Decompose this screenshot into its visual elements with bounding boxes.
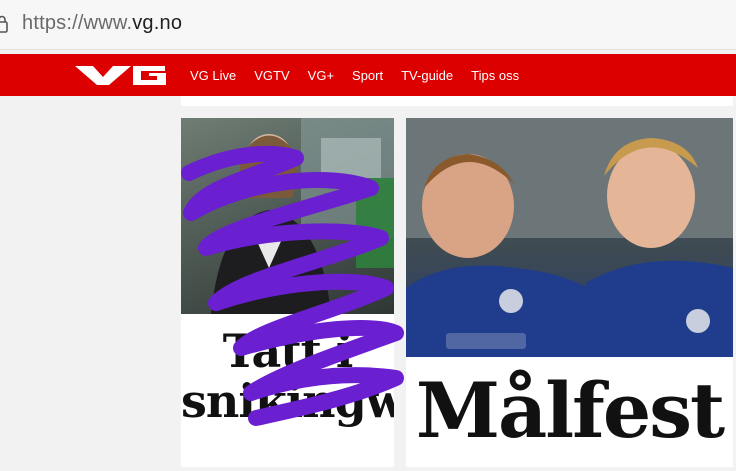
article-image-left[interactable] bbox=[181, 118, 394, 314]
browser-address-bar[interactable]: https://www.vg.no bbox=[0, 0, 736, 50]
article-headline-left[interactable]: Tatt i snikingw bbox=[181, 326, 394, 426]
url-host: vg.no bbox=[132, 12, 183, 34]
vg-logo[interactable] bbox=[75, 64, 167, 86]
article-image-right[interactable] bbox=[406, 118, 733, 357]
nav-tv-guide[interactable]: TV-guide bbox=[401, 68, 453, 83]
url-text[interactable]: https://www.vg.no bbox=[22, 12, 182, 35]
main-nav: VG Live VGTV VG+ Sport TV-guide Tips oss bbox=[190, 54, 537, 96]
article-card-right[interactable]: Målfest bbox=[406, 118, 733, 467]
nav-vgtv[interactable]: VGTV bbox=[254, 68, 289, 83]
nav-vg-live[interactable]: VG Live bbox=[190, 68, 236, 83]
url-scheme: https://www. bbox=[22, 12, 133, 34]
lock-icon bbox=[0, 15, 8, 33]
nav-tips-oss[interactable]: Tips oss bbox=[471, 68, 519, 83]
nav-vg-plus[interactable]: VG+ bbox=[308, 68, 334, 83]
article-headline-right[interactable]: Målfest bbox=[406, 366, 733, 456]
vg-header: VG Live VGTV VG+ Sport TV-guide Tips oss bbox=[0, 54, 736, 96]
content-top-strip bbox=[181, 96, 733, 106]
article-card-left[interactable]: Tatt i snikingw bbox=[181, 118, 394, 467]
nav-sport[interactable]: Sport bbox=[352, 68, 383, 83]
